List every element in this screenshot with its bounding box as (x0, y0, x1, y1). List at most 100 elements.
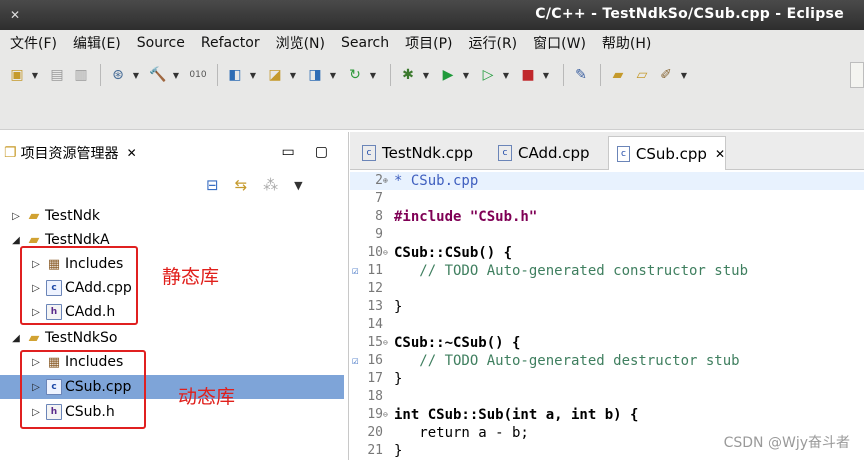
menu-refactor[interactable]: Refactor (201, 35, 260, 51)
menu-file[interactable]: 文件(F) (10, 33, 57, 53)
new-source-icon[interactable]: ◨ (304, 64, 326, 86)
chevron-down-icon[interactable]: ▼ (131, 71, 141, 80)
code-line: 7 (350, 190, 864, 208)
line-number: 14 (367, 317, 383, 332)
code-text: } (394, 299, 403, 315)
code-comment: // TODO Auto-generated constructor stub (394, 263, 749, 279)
code-line: ☑ 11 // TODO Auto-generated constructor … (350, 262, 864, 280)
chevron-down-icon[interactable]: ▼ (461, 71, 471, 80)
tree-item[interactable]: ◢ ▰ TestNdkSo (0, 326, 344, 350)
chevron-down-icon[interactable]: ▼ (368, 71, 378, 80)
editor-tab-bar: c TestNdk.cpp c CAdd.cpp c CSub.cpp ✕ (350, 132, 864, 170)
perspective-switcher[interactable] (850, 62, 864, 88)
tree-item[interactable]: ▷ ▰ TestNdk (0, 204, 344, 228)
code-area[interactable]: 2 ⊕ * CSub.cpp 7 8 #include "CSub.h" 9 1… (350, 170, 864, 460)
tab-cadd-cpp[interactable]: c CAdd.cpp (490, 136, 602, 170)
project-explorer-tab[interactable]: ❐ 项目资源管理器 ✕ (4, 138, 137, 168)
debug-config-icon[interactable]: ⊛ (107, 64, 129, 86)
expand-icon[interactable]: ▷ (10, 211, 22, 222)
save-icon[interactable]: ▤ (46, 64, 68, 86)
maximize-icon[interactable]: ▢ (315, 144, 328, 160)
close-icon[interactable]: ✕ (127, 146, 137, 160)
toolbar-divider (390, 64, 391, 86)
stop-icon[interactable]: ■ (517, 64, 539, 86)
menu-help[interactable]: 帮助(H) (602, 33, 651, 53)
line-number: 15 (367, 335, 383, 350)
line-number: 11 (367, 263, 383, 278)
window-title: C/C++ - TestNdkSo/CSub.cpp - Eclipse (535, 6, 844, 22)
collapse-all-icon[interactable]: ⊟ (206, 176, 219, 194)
open-icon[interactable]: ▱ (631, 64, 653, 86)
new-icon[interactable]: ▣ (6, 64, 28, 86)
link-with-editor-icon[interactable]: ⇆ (235, 176, 248, 194)
new-folder-icon[interactable]: ◪ (264, 64, 286, 86)
cpp-file-icon: c (498, 145, 512, 161)
tab-testndk-cpp[interactable]: c TestNdk.cpp (354, 136, 484, 170)
fold-collapse-icon[interactable]: ⊖ (383, 406, 393, 424)
chevron-down-icon[interactable]: ▼ (328, 71, 338, 80)
new-class-icon[interactable]: ◧ (224, 64, 246, 86)
minimize-icon[interactable]: ▭ (282, 144, 295, 160)
fold-expand-icon[interactable]: ⊕ (383, 172, 393, 190)
fold-collapse-icon[interactable]: ⊖ (383, 334, 393, 352)
menu-source[interactable]: Source (137, 35, 185, 51)
dynamic-lib-highlight-box (20, 350, 146, 429)
dynamic-lib-annotation: 动态库 (178, 386, 236, 408)
project-explorer-panel: ❐ 项目资源管理器 ✕ ▭ ▢ ⊟ ⇆ ⁂ ▼ ▷ ▰ TestNdk ◢ ▰ … (0, 132, 349, 460)
line-number: 17 (367, 371, 383, 386)
run-icon[interactable]: ▶ (437, 64, 459, 86)
toolbar-divider (600, 64, 601, 86)
chevron-down-icon[interactable]: ▼ (248, 71, 258, 80)
filter-icon[interactable]: ⁂ (263, 176, 278, 194)
menu-navigate[interactable]: 浏览(N) (276, 33, 325, 53)
binary-icon[interactable]: 010 (187, 64, 209, 86)
toolbar-divider (563, 64, 564, 86)
menu-edit[interactable]: 编辑(E) (73, 33, 121, 53)
view-menu-icon[interactable]: ▼ (294, 179, 302, 192)
menu-run[interactable]: 运行(R) (468, 33, 517, 53)
menu-search[interactable]: Search (341, 35, 389, 51)
menu-window[interactable]: 窗口(W) (533, 33, 586, 53)
code-text: int CSub::Sub(int a, int b) { (394, 407, 639, 423)
code-comment: // TODO Auto-generated destructor stub (394, 353, 740, 369)
menu-project[interactable]: 项目(P) (405, 33, 452, 53)
tab-csub-cpp[interactable]: c CSub.cpp ✕ (608, 136, 726, 170)
code-line: 18 (350, 388, 864, 406)
code-line: 13 } (350, 298, 864, 316)
toolbar-divider (100, 64, 101, 86)
line-number: 19 (367, 407, 383, 422)
close-icon[interactable]: ✕ (715, 147, 725, 161)
code-line: 19 ⊖ int CSub::Sub(int a, int b) { (350, 406, 864, 424)
chevron-down-icon[interactable]: ▼ (541, 71, 551, 80)
line-number: 20 (367, 425, 383, 440)
code-line: 12 (350, 280, 864, 298)
chevron-down-icon[interactable]: ▼ (171, 71, 181, 80)
run-config-icon[interactable]: ▷ (477, 64, 499, 86)
folder-icon: ❐ (4, 145, 17, 161)
code-text: } (394, 371, 403, 387)
chevron-down-icon[interactable]: ▼ (30, 71, 40, 80)
collapse-icon[interactable]: ◢ (10, 235, 22, 246)
line-number: 12 (367, 281, 383, 296)
hammer-build-icon[interactable]: 🔨 (147, 64, 169, 86)
brush-icon[interactable]: ✐ (655, 64, 677, 86)
line-number: 9 (375, 227, 383, 242)
save-all-icon[interactable]: ▥ (70, 64, 92, 86)
fold-collapse-icon[interactable]: ⊖ (383, 244, 393, 262)
code-line: 8 #include "CSub.h" (350, 208, 864, 226)
window-close-icon[interactable]: ✕ (6, 6, 24, 24)
line-number: 2 (375, 173, 383, 188)
chevron-down-icon[interactable]: ▼ (679, 71, 689, 80)
pin-icon[interactable]: ✎ (570, 64, 592, 86)
line-number: 18 (367, 389, 383, 404)
chevron-down-icon[interactable]: ▼ (501, 71, 511, 80)
open-folder-icon[interactable]: ▰ (607, 64, 629, 86)
chevron-down-icon[interactable]: ▼ (288, 71, 298, 80)
code-text: * CSub.cpp (394, 173, 479, 189)
chevron-down-icon[interactable]: ▼ (421, 71, 431, 80)
code-text: #include "CSub.h" (394, 209, 538, 225)
collapse-icon[interactable]: ◢ (10, 333, 22, 344)
code-editor: c TestNdk.cpp c CAdd.cpp c CSub.cpp ✕ 2 … (350, 132, 864, 460)
refresh-icon[interactable]: ↻ (344, 64, 366, 86)
bug-debug-icon[interactable]: ✱ (397, 64, 419, 86)
